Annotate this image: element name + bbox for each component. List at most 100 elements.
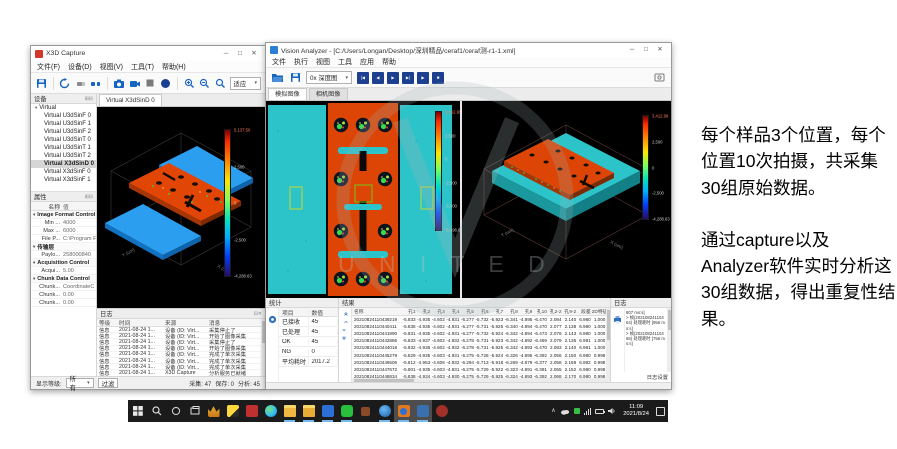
minimize-icon[interactable]: ─ bbox=[625, 43, 639, 57]
analyzer-menu-item[interactable]: 帮助 bbox=[382, 57, 396, 67]
first-row-icon[interactable]: « bbox=[342, 312, 348, 316]
device-tree-root[interactable]: ▾Virtual bbox=[31, 104, 96, 112]
playback-button[interactable]: ▶| bbox=[402, 72, 414, 84]
connect-icon[interactable] bbox=[74, 76, 87, 91]
volume-icon[interactable] bbox=[608, 402, 616, 420]
app-red-circle-icon[interactable] bbox=[432, 400, 451, 422]
record-icon[interactable] bbox=[160, 76, 173, 91]
stats-row[interactable]: OK45 bbox=[279, 337, 338, 347]
results-row[interactable]: 20210824110447672-5.801-4.935-4.603-4.93… bbox=[352, 366, 606, 373]
playback-button[interactable]: ▶ bbox=[387, 72, 399, 84]
analyzer-titlebar[interactable]: Vision Analyzer - [C:/Users/Longan/Deskt… bbox=[266, 43, 671, 57]
zoom-mode-select[interactable]: 适应 ▾ bbox=[230, 77, 261, 90]
property-group[interactable]: ▾传输层 bbox=[31, 243, 96, 251]
capture-menu-item[interactable]: 帮助(H) bbox=[162, 62, 186, 72]
results-column-header[interactable]: 孔3 bbox=[431, 308, 446, 315]
antivirus-icon[interactable] bbox=[574, 408, 580, 414]
stats-row[interactable]: 已处理45 bbox=[279, 327, 338, 337]
device-tree-item[interactable]: Virtual X3dSinD 0 bbox=[31, 160, 96, 168]
task-view-icon[interactable] bbox=[185, 400, 204, 422]
playback-button[interactable]: ■ bbox=[432, 72, 444, 84]
viewport-tab[interactable]: Virtual X3dSinD 0 bbox=[99, 94, 162, 106]
panel-options-icon[interactable]: ⊞⊟ bbox=[85, 96, 93, 102]
device-tree-item[interactable]: Virtual U3dSinT 2 bbox=[31, 152, 96, 160]
cortana-icon[interactable] bbox=[166, 400, 185, 422]
capture-menu-item[interactable]: 设备(D) bbox=[68, 62, 92, 72]
outlook-icon[interactable] bbox=[318, 400, 337, 422]
taskbar-clock[interactable]: 11:09 2021/8/24 bbox=[620, 404, 652, 418]
capture-menu-item[interactable]: 文件(F) bbox=[37, 62, 60, 72]
property-row[interactable]: Acqui...5.00 bbox=[31, 267, 96, 275]
results-row[interactable]: 20210824110444018-5.832-4.936-4.602-4.93… bbox=[352, 345, 606, 352]
device-tree-item[interactable]: Virtual U3dSinT 0 bbox=[31, 136, 96, 144]
property-group[interactable]: ▾Chunk Data Control bbox=[31, 275, 96, 283]
results-column-header[interactable]: 孔4 bbox=[446, 308, 461, 315]
results-column-header[interactable]: 孔8 bbox=[504, 308, 519, 315]
tab-simulated-image[interactable]: 模拟图像 bbox=[268, 88, 307, 100]
close-icon[interactable]: ✕ bbox=[653, 43, 667, 57]
stop-icon[interactable] bbox=[144, 76, 157, 91]
network-icon[interactable] bbox=[584, 408, 592, 415]
results-hscrollbar[interactable] bbox=[352, 378, 606, 382]
save-button[interactable] bbox=[288, 70, 303, 85]
record-video-icon[interactable] bbox=[128, 76, 141, 91]
property-row[interactable]: Max ...6000 bbox=[31, 227, 96, 235]
results-row[interactable]: 20210824110446506-5.812-4.953-4.606-4.93… bbox=[352, 359, 606, 366]
stats-column-header[interactable]: 项目 bbox=[279, 308, 309, 317]
results-scrollbar[interactable] bbox=[606, 308, 610, 382]
property-group[interactable]: ▾Acquisition Control bbox=[31, 259, 96, 267]
log-column-header[interactable]: 来源 bbox=[163, 319, 207, 327]
view-mode-select[interactable]: 0x 深度图 ▾ bbox=[306, 71, 352, 84]
panel-close-icon[interactable]: ⊟✕ bbox=[254, 311, 262, 317]
property-row[interactable]: Chunk...0.00 bbox=[31, 291, 96, 299]
device-tree-item[interactable]: Virtual U3dSinF 1 bbox=[31, 120, 96, 128]
app-notes-icon[interactable] bbox=[223, 400, 242, 422]
device-tree-item[interactable]: Virtual U3dSinF 2 bbox=[31, 128, 96, 136]
results-column-header[interactable]: 孔1 bbox=[402, 308, 417, 315]
results-column-header[interactable]: 孔9 bbox=[519, 308, 534, 315]
results-row[interactable]: 20210824110440411-5.835-4.935-4.602-4.93… bbox=[352, 323, 606, 330]
log-column-header[interactable]: 时间 bbox=[117, 319, 163, 327]
results-column-header[interactable]: 孔9-2 bbox=[563, 308, 578, 315]
device-tree-item[interactable]: Virtual X3dSinF 1 bbox=[31, 176, 96, 184]
depth-2d-viewport[interactable]: 3,412.992,5000-2,500-5,000-5,396.63 bbox=[266, 101, 460, 298]
results-column-header[interactable]: 孔2 bbox=[417, 308, 432, 315]
battery-icon[interactable] bbox=[595, 409, 604, 414]
panel-options-icon[interactable]: ⊞⊟ bbox=[85, 194, 93, 200]
stats-row[interactable]: 平均耗时2017.2 bbox=[279, 357, 338, 367]
refresh-button[interactable] bbox=[58, 76, 71, 91]
minimize-icon[interactable]: ─ bbox=[219, 47, 233, 61]
app-misc-icon[interactable] bbox=[356, 400, 375, 422]
results-column-header[interactable]: 名称 bbox=[352, 308, 402, 315]
playback-button[interactable]: ▶ bbox=[417, 72, 429, 84]
device-tree-item[interactable]: Virtual U3dSinF 0 bbox=[31, 112, 96, 120]
analyzer-menu-item[interactable]: 视图 bbox=[316, 57, 330, 67]
maximize-icon[interactable]: □ bbox=[639, 43, 653, 57]
analyzer-menu-item[interactable]: 工具 bbox=[338, 57, 352, 67]
results-column-header[interactable]: 孔6 bbox=[475, 308, 490, 315]
screenshot-icon[interactable] bbox=[652, 70, 667, 85]
stats-row[interactable]: 已接收45 bbox=[279, 317, 338, 327]
search-icon[interactable] bbox=[147, 400, 166, 422]
zoom-in-icon[interactable] bbox=[183, 76, 196, 91]
app-adobe-icon[interactable] bbox=[242, 400, 261, 422]
property-row[interactable]: Chunk...CoordinateC bbox=[31, 283, 96, 291]
capture-menu-item[interactable]: 工具(T) bbox=[131, 62, 154, 72]
tab-camera-image[interactable]: 相机图像 bbox=[309, 88, 348, 100]
gear-icon[interactable] bbox=[268, 311, 277, 382]
zoom-out-icon[interactable] bbox=[198, 76, 211, 91]
playback-button[interactable]: ◀ bbox=[372, 72, 384, 84]
property-row[interactable]: Min ...4000 bbox=[31, 219, 96, 227]
playback-button[interactable]: |◀ bbox=[357, 72, 369, 84]
depth-3d-viewport[interactable]: X (um) Y (um) 3,412.992,5000-2,500-4,288… bbox=[462, 101, 671, 298]
log-column-header[interactable]: 等级 bbox=[97, 319, 117, 327]
snapshot-camera-icon[interactable] bbox=[113, 76, 126, 91]
results-row[interactable]: 20210824110439219-5.833-4.935-4.602-4.93… bbox=[352, 316, 606, 323]
results-column-header[interactable]: 段差 bbox=[577, 308, 592, 315]
property-row[interactable]: Chunk...0.00 bbox=[31, 299, 96, 307]
results-row[interactable]: 20210824110442886-5.833-4.937-4.602-4.93… bbox=[352, 338, 606, 345]
save-button[interactable] bbox=[35, 76, 48, 91]
property-row[interactable]: Paylo...258000840 bbox=[31, 251, 96, 259]
file-explorer-icon[interactable] bbox=[280, 400, 299, 422]
edge-browser-icon[interactable] bbox=[261, 400, 280, 422]
